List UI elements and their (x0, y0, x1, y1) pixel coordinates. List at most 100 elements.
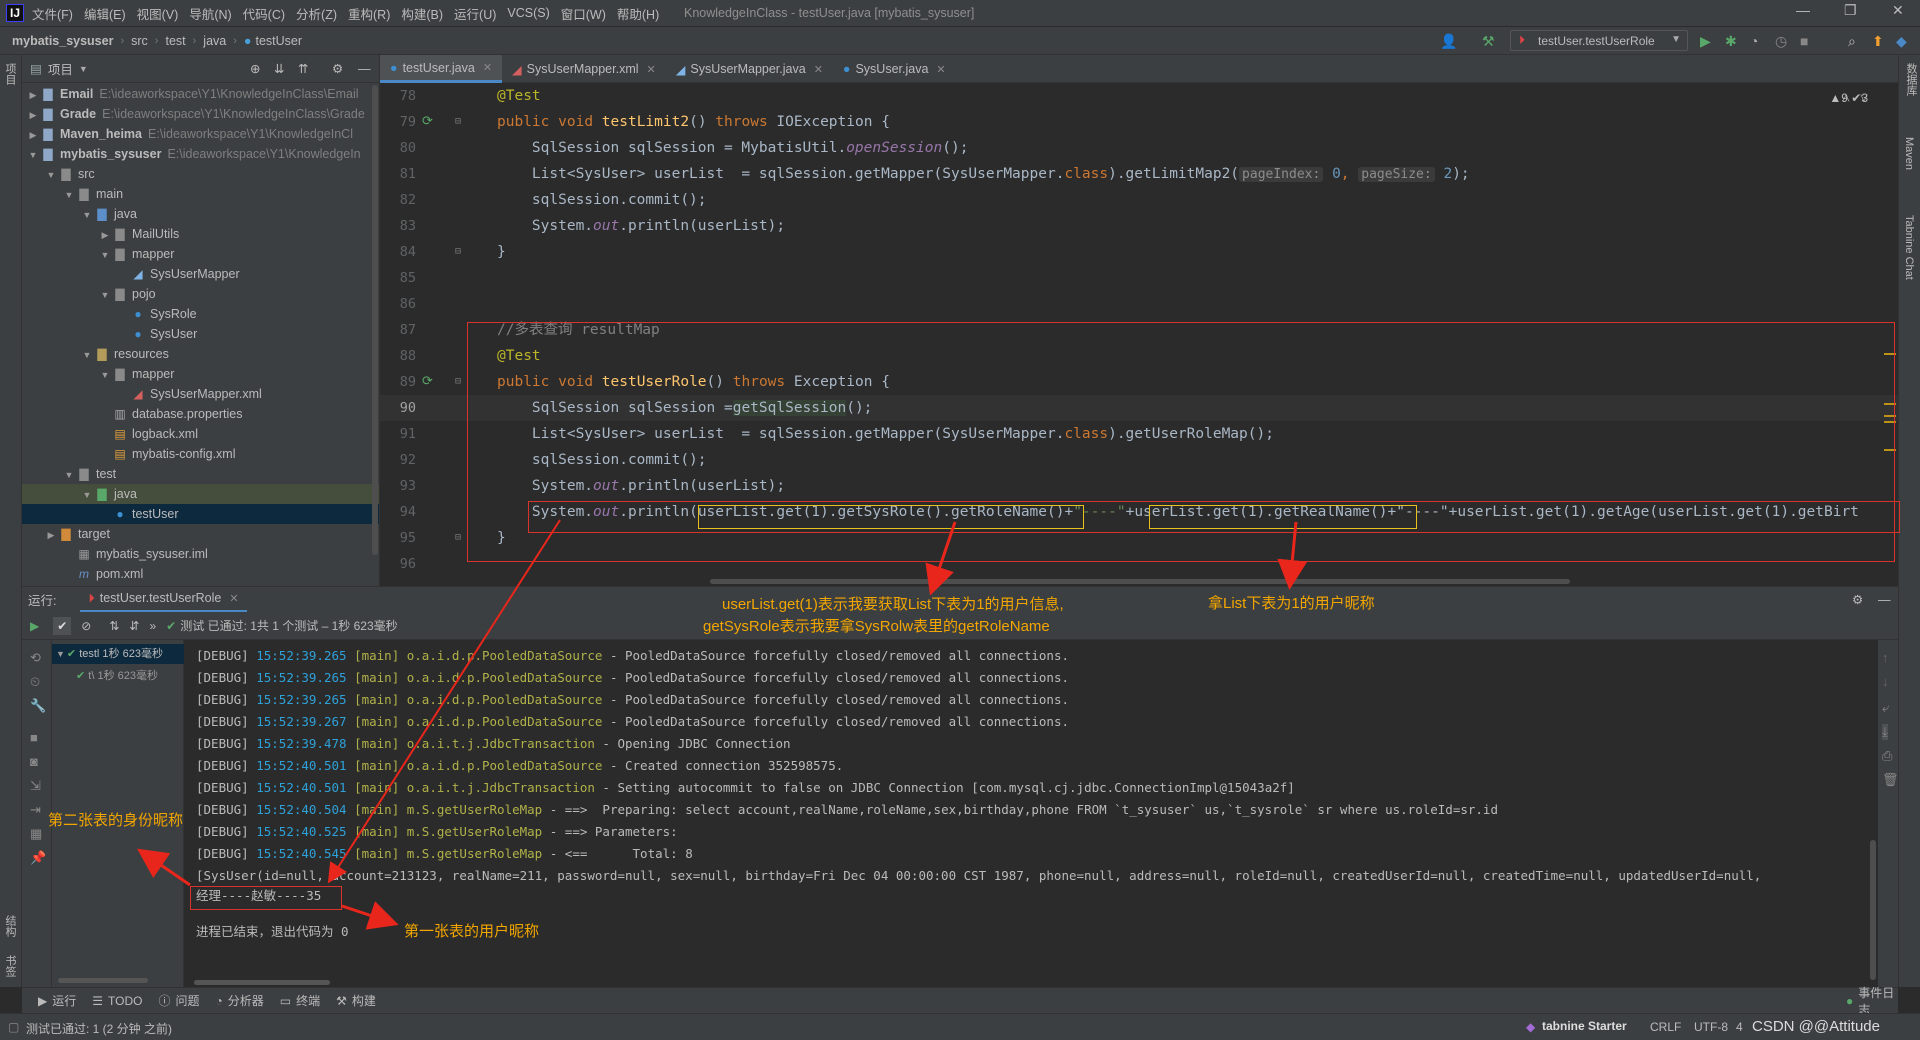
locate-icon[interactable]: ⊕ (250, 61, 260, 76)
stop-icon[interactable]: ■ (30, 730, 38, 745)
test-tree-root[interactable]: ▼ ✔ testl 1秒 623毫秒 (52, 644, 184, 664)
rerun-failed-icon[interactable]: ⟲ (30, 650, 41, 666)
toggle-auto-test-icon[interactable]: ⏲ (30, 674, 40, 690)
profile-icon[interactable]: ◷ (1775, 33, 1787, 50)
menu-analyze[interactable]: 分析(Z) (296, 4, 337, 23)
tree-item-logback-xml[interactable]: ▤ logback.xml (22, 424, 379, 444)
fold-icon[interactable]: ⊟ (455, 239, 461, 265)
update-icon[interactable]: ⬆ (1872, 33, 1884, 50)
trash-icon[interactable]: 🗑 (1882, 772, 1899, 788)
breadcrumb-java[interactable]: java (203, 34, 226, 48)
console-vscrollbar[interactable] (1870, 840, 1876, 980)
minimize-icon[interactable]: — (1796, 2, 1810, 18)
sort-alpha-icon[interactable]: ⇅ (109, 619, 119, 633)
tree-item-pom[interactable]: m pom.xml (22, 564, 379, 584)
tree-item-mybatis-config[interactable]: ▤ mybatis-config.xml (22, 444, 379, 464)
file-encoding[interactable]: UTF-8 (1694, 1020, 1728, 1034)
tree-item-resources[interactable]: ▼ ▇ resources (22, 344, 379, 364)
tree-item-java-test[interactable]: ▼ ▇ java (22, 484, 379, 504)
show-passed-icon[interactable]: ✔ (53, 616, 72, 635)
fold-icon[interactable]: ⊟ (455, 525, 461, 551)
tabnine-chat-tool-tab[interactable]: Tabnine Chat (1903, 215, 1915, 280)
more-icon[interactable]: » (149, 619, 156, 633)
menu-window[interactable]: 窗口(W) (561, 4, 606, 23)
sort-duration-icon[interactable]: ⇵ (129, 619, 139, 633)
maven-tool-tab[interactable]: Maven (1903, 137, 1915, 170)
tree-item-mybatis-sysuser[interactable]: ▼ ▇ mybatis_sysuser E:\ideaworkspace\Y1\Kno… (22, 144, 379, 164)
tab-testuser-java[interactable]: ● testUser.java ✕ (380, 55, 503, 83)
tree-item-maven-heima[interactable]: ▶ ▇ Maven_heima E:\ideaworkspace\Y1\Knowled… (22, 124, 379, 144)
close-tab-icon[interactable]: ✕ (647, 63, 656, 76)
print-icon[interactable]: ⎙ (1882, 748, 1892, 764)
project-vscrollbar[interactable] (372, 85, 378, 555)
pin-icon[interactable]: 📌 (30, 850, 46, 866)
breadcrumb-project[interactable]: mybatis_sysuser (12, 34, 113, 48)
search-icon[interactable]: ⌕ (1848, 33, 1856, 50)
tree-item-sysusermapper-xml[interactable]: ◢ SysUserMapper.xml (22, 384, 379, 404)
bookmarks-tool-tab[interactable]: 书签 (2, 955, 18, 977)
coverage-icon[interactable]: ◔ (1750, 33, 1758, 49)
tree-item-main[interactable]: ▼ ▇ main (22, 184, 379, 204)
user-icon[interactable]: 👤 (1440, 33, 1457, 50)
gear-icon[interactable]: ⚙ (332, 61, 343, 76)
project-view-select[interactable]: 项目 (48, 59, 73, 78)
tool-tab-run[interactable]: ▶ 运行 (38, 992, 76, 1009)
breadcrumb-test[interactable]: test (165, 34, 185, 48)
hide-panel-icon[interactable]: — (358, 62, 371, 76)
tree-item-mailutils[interactable]: ▶ ▇ MailUtils (22, 224, 379, 244)
tree-item-java-main[interactable]: ▼ ▇ java (22, 204, 379, 224)
tool-tab-build[interactable]: ⚒ 构建 (336, 992, 376, 1009)
tree-item-target[interactable]: ▶ ▇ target (22, 524, 379, 544)
breadcrumb-src[interactable]: src (131, 34, 148, 48)
tree-item-sysusermapper[interactable]: ◢ SysUserMapper (22, 264, 379, 284)
tab-sysuser-java[interactable]: ● SysUser.java ✕ (833, 55, 956, 83)
tree-item-mapper-res[interactable]: ▼ ▇ mapper (22, 364, 379, 384)
export-icon[interactable]: ⇥ (30, 802, 41, 818)
tree-item-mapper[interactable]: ▼ ▇ mapper (22, 244, 379, 264)
import-tests-icon[interactable]: ⇲ (30, 778, 41, 794)
menu-edit[interactable]: 编辑(E) (84, 4, 126, 23)
database-tool-tab[interactable]: 数据库 (1903, 63, 1919, 96)
tree-item-pojo[interactable]: ▼ ▇ pojo (22, 284, 379, 304)
plugin-icon[interactable]: ◆ (1896, 33, 1907, 50)
tree-item-sysuser[interactable]: ● SysUser (22, 324, 379, 344)
tree-item-testuser[interactable]: ● testUser (22, 504, 379, 524)
test-tree-hscrollbar[interactable] (58, 978, 148, 983)
tool-tab-problems[interactable]: ⓘ 问题 (158, 992, 199, 1009)
tree-item-sysrole[interactable]: ● SysRole (22, 304, 379, 324)
tabnine-status[interactable]: tabnine Starter (1542, 1019, 1627, 1033)
tree-item-src[interactable]: ▼ ▇ src (22, 164, 379, 184)
tree-item-iml[interactable]: ▦ mybatis_sysuser.iml (22, 544, 379, 564)
debug-icon[interactable]: ✱ (1725, 33, 1737, 50)
hide-panel-icon[interactable]: — (1878, 593, 1891, 607)
menu-file[interactable]: 文件(F) (32, 4, 73, 23)
line-separator[interactable]: CRLF (1650, 1020, 1681, 1034)
layout-toggle-icon[interactable]: ▢ (8, 1020, 19, 1034)
run-config-select[interactable]: ⏵ testUser.testUserRole ▼ (1510, 30, 1688, 51)
menu-help[interactable]: 帮助(H) (617, 4, 659, 23)
close-tab-icon[interactable]: ✕ (229, 592, 238, 605)
arrow-up-icon[interactable]: ↑ (1882, 650, 1889, 665)
show-ignored-icon[interactable]: ⊘ (81, 619, 91, 633)
indent-setting[interactable]: 4 (1736, 1020, 1743, 1034)
run-icon[interactable]: ▶ (1700, 33, 1711, 50)
arrow-down-icon[interactable]: ↓ (1882, 674, 1889, 689)
close-tab-icon[interactable]: ✕ (483, 61, 492, 74)
tool-tab-profiler[interactable]: ◔ 分析器 (216, 992, 264, 1009)
tool-tab-todo[interactable]: ☰ TODO (92, 994, 142, 1008)
layout-icon[interactable]: ▦ (30, 826, 42, 842)
menu-build[interactable]: 构建(B) (401, 4, 443, 23)
project-tool-tab[interactable]: 项目 (2, 63, 18, 85)
collapse-all-icon[interactable]: ⇈ (298, 61, 308, 76)
console-hscrollbar[interactable] (194, 980, 330, 985)
stop-icon[interactable]: ■ (1800, 33, 1808, 49)
tool-tab-terminal[interactable]: ▭ 终端 (280, 992, 320, 1009)
run-tab-testuserrole[interactable]: ⏵ testUser.testUserRole ✕ (80, 587, 247, 613)
run-test-gutter-icon[interactable]: ⟳ (422, 109, 433, 135)
screenshot-icon[interactable]: ◙ (30, 754, 38, 769)
tree-item-database-properties[interactable]: ▥ database.properties (22, 404, 379, 424)
rerun-icon[interactable]: ▶ (30, 619, 39, 633)
tree-item-test[interactable]: ▼ ▇ test (22, 464, 379, 484)
test-tree-child[interactable]: ✔ t\ 1秒 623毫秒 (76, 666, 158, 686)
tree-item-email[interactable]: ▶ ▇ Email E:\ideaworkspace\Y1\KnowledgeInCl… (22, 84, 379, 104)
